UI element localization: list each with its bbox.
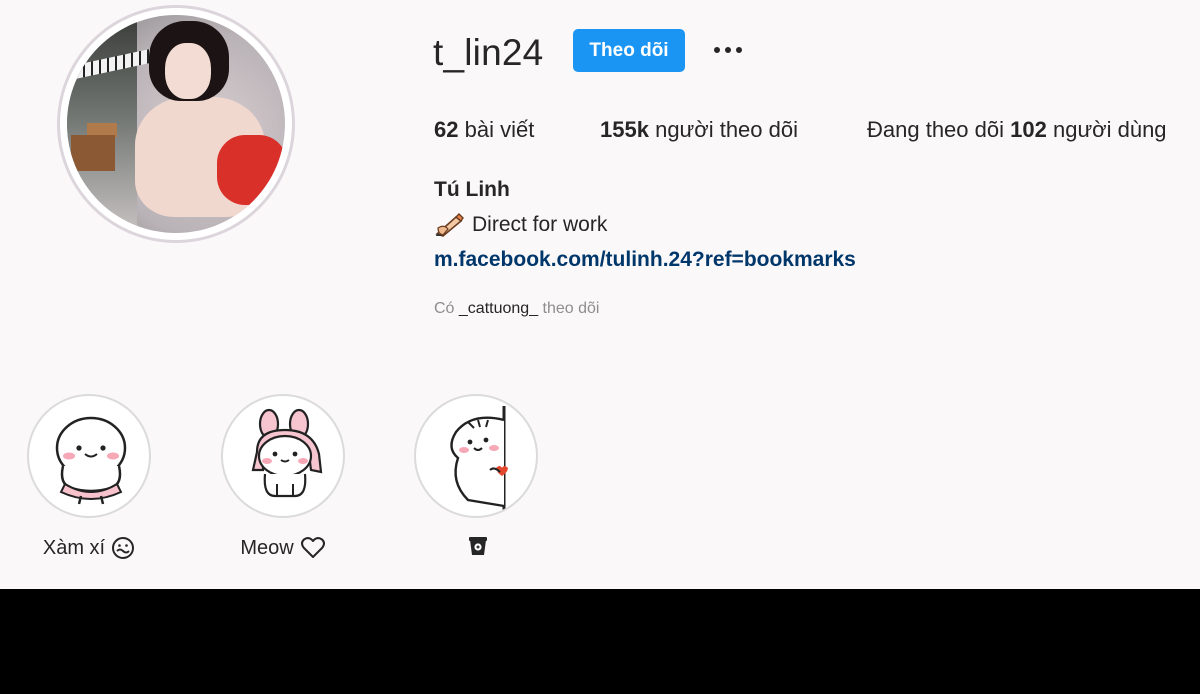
followers-count: 155k bbox=[600, 117, 649, 142]
profile-bio: Direct for work bbox=[434, 211, 607, 239]
more-dot-icon bbox=[736, 47, 742, 53]
following-suffix: người dùng bbox=[1052, 117, 1167, 142]
story-highlight-xam-xi[interactable]: Xàm xí bbox=[27, 394, 151, 559]
writing-hand-icon bbox=[435, 213, 464, 237]
more-options-button[interactable] bbox=[708, 38, 748, 62]
followers-label: người theo dõi bbox=[655, 117, 798, 142]
followed-by-user: _cattuong_ bbox=[458, 300, 539, 317]
following-prefix: Đang theo dõi bbox=[867, 117, 1004, 142]
follow-button[interactable]: Theo dõi bbox=[573, 29, 685, 72]
posts-count-stat: 62 bài viết bbox=[434, 116, 534, 144]
peeking-character-icon bbox=[450, 406, 508, 510]
highlight-label bbox=[384, 534, 568, 558]
bio-text: Direct for work bbox=[472, 213, 608, 236]
following-count: 102 bbox=[1010, 117, 1047, 142]
profile-external-link[interactable]: m.facebook.com/tulinh.24?ref=bookmarks bbox=[434, 246, 856, 274]
profile-avatar-image bbox=[67, 15, 285, 233]
posts-label: bài viết bbox=[464, 117, 535, 142]
profile-full-name: Tú Linh bbox=[434, 178, 510, 201]
story-highlight-meow[interactable]: Meow bbox=[221, 394, 345, 559]
story-highlight-3[interactable] bbox=[414, 394, 538, 555]
profile-username: t_lin24 bbox=[433, 32, 544, 73]
followed-by-suffix: theo dõi bbox=[542, 300, 600, 317]
bunny-character-icon bbox=[251, 408, 323, 498]
followers-link[interactable]: 155k người theo dõi bbox=[600, 116, 798, 144]
highlight-label: Meow bbox=[191, 534, 375, 562]
profile-avatar-button[interactable] bbox=[57, 5, 295, 243]
blob-character-icon bbox=[55, 416, 127, 505]
followed-by-prefix: Có bbox=[434, 300, 455, 317]
coffee-cup-icon bbox=[469, 537, 487, 555]
followed-by-text[interactable]: Có _cattuong_ theo dõi bbox=[434, 298, 599, 320]
highlight-cover bbox=[27, 394, 151, 518]
highlight-label: Xàm xí bbox=[0, 534, 181, 562]
more-dot-icon bbox=[725, 47, 731, 53]
video-letterbox-bar bbox=[0, 589, 1200, 694]
posts-count: 62 bbox=[434, 117, 459, 142]
highlight-label-text: Xàm xí bbox=[42, 537, 106, 559]
hushed-face-icon bbox=[112, 537, 135, 559]
heart-outline-icon bbox=[300, 537, 325, 558]
following-link[interactable]: Đang theo dõi 102 người dùng bbox=[867, 116, 1167, 144]
more-dot-icon bbox=[714, 47, 720, 53]
highlight-cover bbox=[221, 394, 345, 518]
highlight-cover bbox=[414, 394, 538, 518]
highlight-label-text: Meow bbox=[240, 537, 294, 559]
